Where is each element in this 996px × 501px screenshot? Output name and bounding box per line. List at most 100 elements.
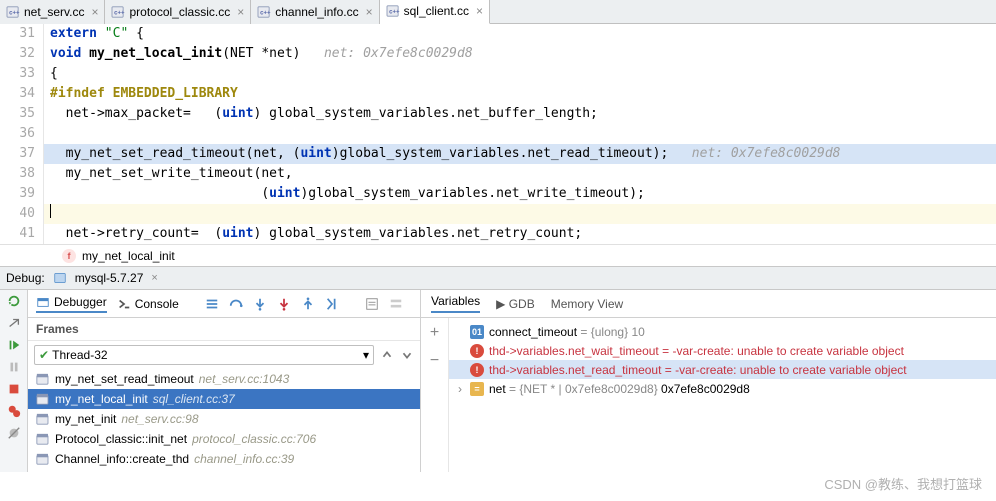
editor-tabs: c++net_serv.cc×c++protocol_classic.cc×c+… xyxy=(0,0,996,24)
settings-icon[interactable] xyxy=(7,316,21,330)
variables-list: 01connect_timeout = {ulong} 10!thd->vari… xyxy=(449,318,996,472)
frames-header: Frames xyxy=(28,318,420,341)
frame-icon xyxy=(36,393,50,405)
thread-select[interactable]: ✔ Thread-32 ▾ xyxy=(34,345,374,365)
close-icon[interactable]: × xyxy=(476,4,483,18)
variable-row[interactable]: ›=net = {NET * | 0x7efe8c0029d8} 0x7efe8… xyxy=(449,379,996,398)
editor-tab[interactable]: c++net_serv.cc× xyxy=(0,0,105,24)
variable-name: connect_timeout xyxy=(489,325,577,339)
tab-variables[interactable]: Variables xyxy=(431,294,480,313)
frame-location: net_serv.cc:1043 xyxy=(199,372,290,386)
code-line[interactable]: net->max_packet= (uint) global_system_va… xyxy=(44,104,996,124)
editor-tab[interactable]: c++ channel_info.cc × xyxy=(251,0,379,24)
frame-item[interactable]: Protocol_classic::init_net protocol_clas… xyxy=(28,429,420,449)
close-icon[interactable]: × xyxy=(366,5,373,19)
resume-icon[interactable] xyxy=(7,338,21,352)
next-frame-icon[interactable] xyxy=(400,348,414,362)
run-config-icon xyxy=(53,272,67,284)
force-step-into-icon[interactable] xyxy=(277,297,291,311)
pause-icon[interactable] xyxy=(7,360,21,374)
object-icon: = xyxy=(470,381,484,396)
frame-item[interactable]: Channel_info::create_thd channel_info.cc… xyxy=(28,449,420,469)
code-area[interactable]: extern "C" {void my_net_local_init(NET *… xyxy=(44,24,996,244)
tab-label: protocol_classic.cc xyxy=(129,5,230,19)
variable-value: = {ulong} 10 xyxy=(577,325,645,339)
tab-console[interactable]: Console xyxy=(117,297,179,311)
step-into-icon[interactable] xyxy=(253,297,267,311)
tab-label: sql_client.cc xyxy=(404,4,469,18)
close-icon[interactable]: × xyxy=(91,5,98,19)
close-icon[interactable]: × xyxy=(237,5,244,19)
tab-memory[interactable]: Memory View xyxy=(551,297,623,311)
frame-location: channel_info.cc:39 xyxy=(194,452,294,466)
tab-label: channel_info.cc xyxy=(275,5,358,19)
watermark: CSDN @教练、我想打篮球 xyxy=(824,474,982,493)
error-icon: ! xyxy=(470,362,484,377)
run-config-name[interactable]: mysql-5.7.27 xyxy=(75,271,144,285)
svg-text:c++: c++ xyxy=(115,10,126,16)
tab-debugger[interactable]: Debugger xyxy=(36,295,107,313)
code-line[interactable] xyxy=(44,204,996,224)
frame-name: my_net_set_read_timeout xyxy=(55,372,194,386)
code-line[interactable]: (uint)global_system_variables.net_write_… xyxy=(44,184,996,204)
code-line[interactable] xyxy=(44,124,996,144)
variable-row[interactable]: 01connect_timeout = {ulong} 10 xyxy=(449,322,996,341)
variable-name: thd->variables.net_wait_timeout xyxy=(489,344,659,358)
cpp-file-icon: c++ xyxy=(386,5,400,17)
code-line[interactable]: my_net_set_write_timeout(net, xyxy=(44,164,996,184)
variables-panel: Variables ▶ GDB Memory View + − 01connec… xyxy=(421,290,996,472)
editor-tab[interactable]: c++protocol_classic.cc × xyxy=(105,0,251,24)
debug-left-rail xyxy=(0,290,28,472)
remove-watch-icon[interactable]: − xyxy=(430,352,439,370)
breadcrumb[interactable]: f my_net_local_init xyxy=(0,244,996,266)
debug-title: Debug: xyxy=(6,271,45,285)
add-watch-icon[interactable]: + xyxy=(430,324,439,342)
tab-debugger-label: Debugger xyxy=(54,295,107,309)
run-to-cursor-icon[interactable] xyxy=(325,297,339,311)
code-line[interactable]: my_net_set_read_timeout(net, (uint)globa… xyxy=(44,144,996,164)
variable-name: net xyxy=(489,382,506,396)
view-breakpoints-icon[interactable] xyxy=(7,404,21,418)
show-exec-point-icon[interactable] xyxy=(205,297,219,311)
variable-row[interactable]: ! thd->variables.net_read_timeout = -var-… xyxy=(449,360,996,379)
frame-icon xyxy=(36,413,50,425)
prev-frame-icon[interactable] xyxy=(380,348,394,362)
frame-item[interactable]: my_net_set_read_timeout net_serv.cc:1043 xyxy=(28,369,420,389)
close-icon[interactable]: × xyxy=(151,272,157,284)
code-line[interactable]: net->retry_count= (uint) global_system_v… xyxy=(44,224,996,244)
frame-list: my_net_set_read_timeout net_serv.cc:1043… xyxy=(28,369,420,469)
evaluate-icon[interactable] xyxy=(365,297,379,311)
code-line[interactable]: extern "C" { xyxy=(44,24,996,44)
svg-text:c++: c++ xyxy=(389,10,400,16)
variable-row[interactable]: !thd->variables.net_wait_timeout = -var-… xyxy=(449,341,996,360)
tab-gdb[interactable]: ▶ GDB xyxy=(496,297,535,311)
frame-icon xyxy=(36,373,50,385)
variable-name: thd->variables.net_read_timeout xyxy=(489,363,661,377)
editor-tab[interactable]: c++ sql_client.cc × xyxy=(380,0,490,24)
frame-icon xyxy=(36,453,50,465)
line-gutter: 3132333435363738394041 xyxy=(0,24,44,244)
breadcrumb-label: my_net_local_init xyxy=(82,249,175,263)
frame-location: net_serv.cc:98 xyxy=(121,412,198,426)
expand-icon[interactable]: › xyxy=(455,382,465,396)
variable-value: = -var-create: unable to create variable… xyxy=(661,363,906,377)
debug-toolbar: Debugger Console xyxy=(28,290,420,318)
step-over-icon[interactable] xyxy=(229,297,243,311)
frame-item[interactable]: my_net_local_init sql_client.cc:37 xyxy=(28,389,420,409)
code-line[interactable]: void my_net_local_init(NET *net) net: 0x… xyxy=(44,44,996,64)
stop-icon[interactable] xyxy=(7,382,21,396)
code-line[interactable]: { xyxy=(44,64,996,84)
more-icon[interactable] xyxy=(389,297,403,311)
debug-tool-window-header: Debug: mysql-5.7.27 × xyxy=(0,266,996,290)
code-line[interactable]: #ifndef EMBEDDED_LIBRARY xyxy=(44,84,996,104)
frame-name: my_net_local_init xyxy=(55,392,148,406)
svg-text:c++: c++ xyxy=(260,10,271,16)
variable-type: = {NET * | 0x7efe8c0029d8} xyxy=(506,382,661,396)
debug-body: Debugger Console Frames ✔ Thread-32 ▾ xyxy=(0,290,996,472)
chevron-down-icon: ▾ xyxy=(363,348,369,362)
frame-item[interactable]: my_net_init net_serv.cc:98 xyxy=(28,409,420,429)
mute-breakpoints-icon[interactable] xyxy=(7,426,21,440)
step-out-icon[interactable] xyxy=(301,297,315,311)
frame-name: Channel_info::create_thd xyxy=(55,452,189,466)
rerun-icon[interactable] xyxy=(7,294,21,308)
